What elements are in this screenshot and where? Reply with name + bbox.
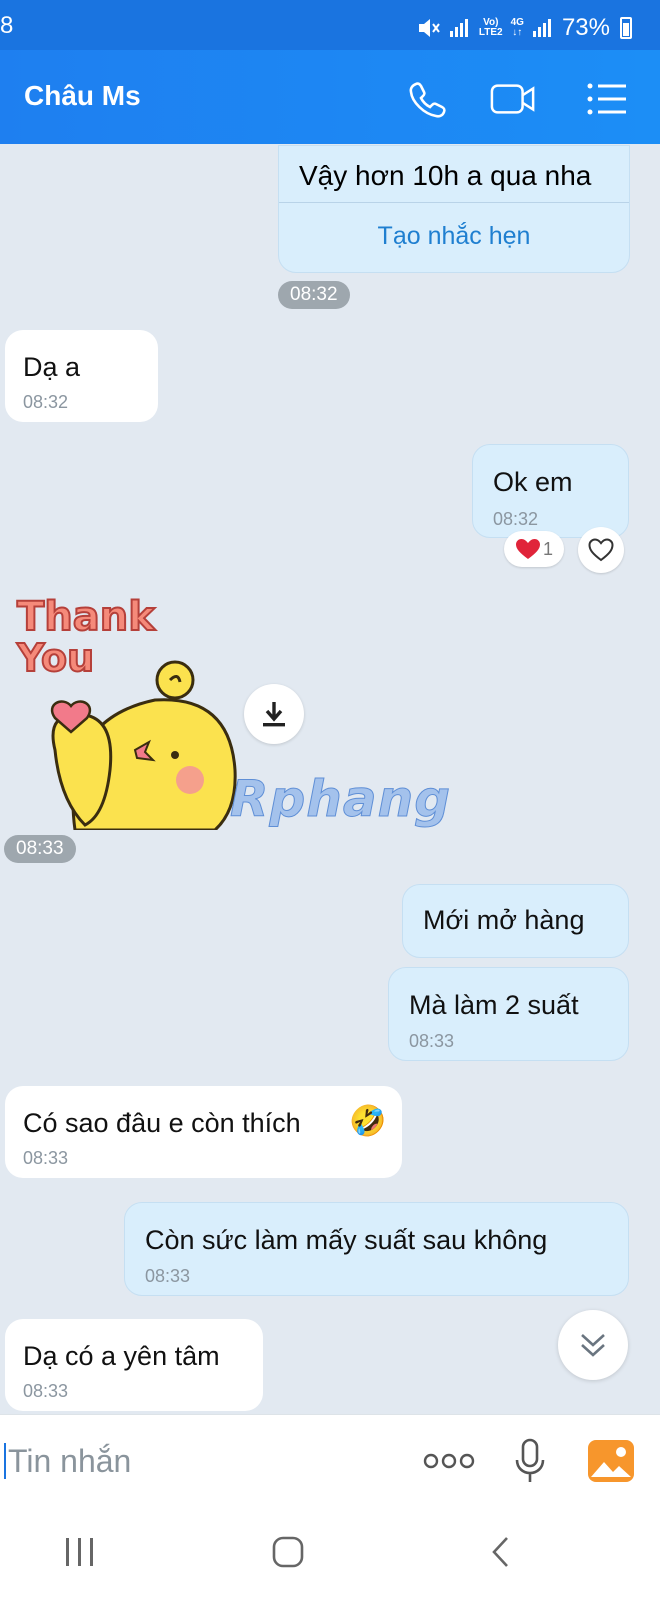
scroll-to-bottom-button[interactable]: [558, 1310, 628, 1380]
message-text: Ok em: [493, 467, 573, 497]
reaction-summary[interactable]: 1: [504, 531, 564, 567]
home-icon: [272, 1536, 304, 1568]
time-stamp: 08:33: [4, 835, 76, 863]
message-text: Có sao đâu e còn thích: [23, 1108, 301, 1138]
thank-you-sticker[interactable]: Thank You: [15, 593, 240, 832]
message-bubble-incoming[interactable]: Có sao đâu e còn thích 🤣 08:33: [5, 1086, 402, 1178]
red-heart-icon: [515, 539, 540, 559]
message-time: 08:33: [23, 1148, 69, 1168]
image-button[interactable]: [586, 1437, 636, 1485]
react-button[interactable]: [578, 527, 624, 573]
image-gallery-icon: [588, 1440, 634, 1482]
call-button[interactable]: [404, 76, 450, 122]
chat-header: Châu Ms: [0, 50, 660, 144]
video-call-button[interactable]: [490, 76, 536, 122]
message-time: 08:33: [145, 1266, 191, 1286]
create-reminder-link[interactable]: Tạo nhắc hẹn: [279, 222, 629, 251]
heart-outline-icon: [588, 538, 614, 562]
status-time: 8: [0, 12, 14, 39]
status-bar: 8 Vo) LTE2 4G ↓↑ 73%: [0, 0, 660, 50]
battery-icon: [620, 17, 632, 39]
time-stamp: 08:32: [278, 281, 350, 309]
signal2-icon: [532, 19, 551, 37]
message-text: Mà làm 2 suất: [409, 990, 579, 1020]
battery-percent: 73%: [561, 14, 610, 41]
system-navigation-bar: [0, 1506, 660, 1600]
status-icons: Vo) LTE2 4G ↓↑ 73%: [417, 14, 632, 42]
rofl-emoji: 🤣: [349, 1104, 387, 1139]
message-text: Còn sức làm mấy suất sau không: [145, 1225, 548, 1255]
volte-label: Vo) LTE2: [478, 17, 503, 38]
back-button[interactable]: [480, 1532, 520, 1572]
reaction-count: 1: [542, 538, 553, 559]
input-placeholder: Tin nhắn: [8, 1442, 132, 1479]
message-bubble-outgoing[interactable]: Vậy hơn 10h a qua nha Tạo nhắc hẹn: [278, 145, 630, 273]
message-time: 08:33: [409, 1031, 455, 1051]
menu-button[interactable]: [584, 76, 630, 122]
message-text: Mới mở hàng: [423, 905, 585, 935]
message-time: 08:33: [23, 1381, 69, 1401]
message-bubble-outgoing[interactable]: Ok em 08:32: [472, 444, 629, 538]
phone-icon: [409, 82, 446, 118]
double-chevron-down-icon: [581, 1334, 605, 1357]
sticker-text: You: [16, 635, 95, 681]
microphone-icon: [515, 1438, 545, 1482]
signal-icon: [449, 19, 468, 37]
message-text: Dạ a: [23, 352, 81, 382]
text-cursor: [4, 1443, 6, 1479]
contact-name[interactable]: Châu Ms: [24, 80, 141, 112]
message-bubble-outgoing[interactable]: Mới mở hàng: [402, 884, 629, 958]
video-camera-icon: [490, 84, 535, 114]
message-time: 08:32: [493, 509, 539, 529]
message-text: Vậy hơn 10h a qua nha: [299, 160, 592, 191]
download-button[interactable]: [244, 684, 304, 744]
recent-apps-icon: [66, 1538, 93, 1566]
message-input[interactable]: Tin nhắn: [4, 1437, 364, 1485]
message-bubble-incoming[interactable]: Dạ có a yên tâm 08:33: [5, 1319, 263, 1411]
watermark: Rphang: [229, 770, 452, 829]
message-text: Dạ có a yên tâm: [23, 1341, 220, 1371]
voice-button[interactable]: [510, 1437, 550, 1485]
recent-apps-button[interactable]: [60, 1532, 100, 1572]
message-bubble-incoming[interactable]: Dạ a 08:32: [5, 330, 158, 422]
message-bubble-outgoing[interactable]: Mà làm 2 suất 08:33: [388, 967, 629, 1061]
download-icon: [263, 702, 285, 727]
divider: [279, 202, 629, 203]
home-button[interactable]: [268, 1532, 308, 1572]
message-input-bar: Tin nhắn: [0, 1414, 660, 1506]
sticker-text: Thank: [16, 593, 156, 641]
back-chevron-icon: [492, 1537, 508, 1567]
more-dots-icon: [423, 1453, 475, 1469]
mute-icon: [418, 19, 440, 37]
message-bubble-outgoing[interactable]: Còn sức làm mấy suất sau không 08:33: [124, 1202, 629, 1296]
more-button[interactable]: [422, 1437, 476, 1485]
list-menu-icon: [587, 83, 626, 115]
4g-label: 4G ↓↑: [510, 17, 524, 38]
message-time: 08:32: [23, 392, 69, 412]
